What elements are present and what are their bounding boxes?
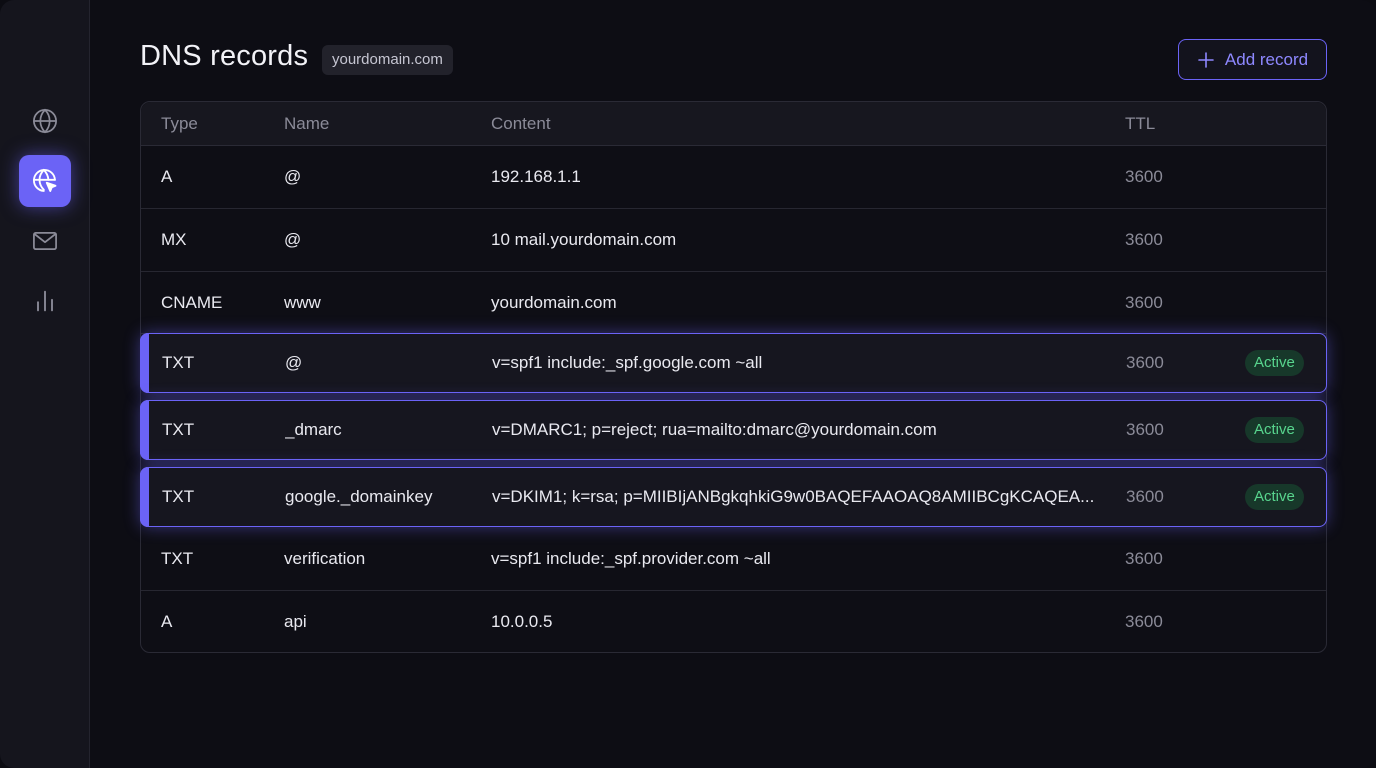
sidebar-item-analytics[interactable] — [19, 275, 71, 327]
cell-content: yourdomain.com — [491, 293, 617, 312]
cell-name: google._domainkey — [285, 487, 433, 506]
status-badge: Active — [1245, 417, 1304, 443]
plus-icon — [1198, 51, 1214, 68]
sidebar-item-globe[interactable] — [19, 95, 71, 147]
cell-type: CNAME — [161, 293, 223, 312]
column-header-name[interactable]: Name — [284, 102, 329, 146]
table-row[interactable]: CNAME www yourdomain.com 3600 — [141, 272, 1326, 334]
globe-icon — [33, 108, 57, 134]
cell-name: api — [284, 612, 307, 631]
table-row[interactable]: A @192.168.1.1 3600 — [141, 146, 1326, 209]
sidebar — [0, 0, 90, 768]
sidebar-item-mail[interactable] — [19, 215, 71, 267]
column-header-ttl[interactable]: TTL — [1125, 102, 1155, 146]
table-row[interactable]: MX @10 mail.yourdomain.com 3600 — [141, 209, 1326, 272]
bar-chart-icon — [37, 290, 53, 312]
status-badge: Active — [1245, 350, 1304, 376]
cell-type: TXT — [161, 549, 194, 568]
cell-name: www — [284, 293, 321, 312]
cell-type: TXT — [162, 353, 195, 372]
cell-content: 192.168.1.1 — [491, 167, 581, 186]
cell-type: A — [161, 612, 173, 631]
cell-ttl: 3600 — [1126, 487, 1164, 506]
table-row[interactable]: TXT google._domainkey v=DKIM1; k=rsa; p=MI… — [140, 467, 1327, 527]
cell-type: MX — [161, 230, 187, 249]
domain-badge: yourdomain.com — [322, 45, 453, 75]
cell-content: v=DKIM1; k=rsa; p=MIIBIjANBgkqhkiG9w0BAQ… — [492, 487, 1095, 506]
table-row[interactable]: Aapi 10.0.0.5 3600 — [141, 591, 1326, 653]
table-row[interactable]: TXT _dmarc v=DMARC1; p=reject; rua=mailto:… — [140, 400, 1327, 460]
add-record-label: Add record — [1224, 49, 1309, 69]
status-badge: Active — [1245, 484, 1304, 510]
cell-name: @ — [284, 167, 302, 186]
cell-name: _dmarc — [285, 420, 342, 439]
cell-content: v=spf1 include:_spf.google.com ~all — [492, 353, 763, 372]
column-header-content[interactable]: Content — [491, 102, 551, 146]
sidebar-item-dns[interactable] — [19, 155, 71, 207]
globe-cursor-icon — [32, 168, 57, 192]
table-row[interactable]: TXT @ v=spf1 include:_spf.google.com ~all 3… — [140, 333, 1327, 393]
cell-ttl: 3600 — [1125, 230, 1163, 249]
cell-ttl: 3600 — [1126, 353, 1164, 372]
table-row[interactable]: TXT verification v=spf1 include:_spf.provi… — [141, 528, 1326, 591]
mail-icon — [33, 231, 57, 251]
column-header-type[interactable]: Type — [161, 102, 198, 146]
cell-type: TXT — [162, 487, 195, 506]
table-header: Type Name Content TTL — [141, 102, 1326, 146]
cell-name: @ — [285, 353, 303, 372]
cell-type: TXT — [162, 420, 195, 439]
cell-ttl: 3600 — [1125, 612, 1163, 631]
cell-content: v=spf1 include:_spf.provider.com ~all — [491, 549, 771, 568]
dns-records-table: Type Name Content TTL A @192.168.1.1 3600 M… — [140, 101, 1327, 653]
cell-content: 10.0.0.5 — [491, 612, 553, 631]
page-title: DNS records — [140, 40, 309, 72]
cell-type: A — [161, 167, 173, 186]
cell-ttl: 3600 — [1125, 293, 1163, 312]
cell-ttl: 3600 — [1126, 420, 1164, 439]
cell-content: 10 mail.yourdomain.com — [491, 230, 677, 249]
cell-name: @ — [284, 230, 302, 249]
add-record-button[interactable]: Add record — [1178, 39, 1327, 80]
cell-content: v=DMARC1; p=reject; rua=mailto:dmarc@you… — [492, 420, 937, 439]
cell-ttl: 3600 — [1125, 167, 1163, 186]
app-window: DNS records yourdomain.com Add record Ty… — [0, 0, 1376, 768]
cell-ttl: 3600 — [1125, 549, 1163, 568]
cell-name: verification — [284, 549, 366, 568]
